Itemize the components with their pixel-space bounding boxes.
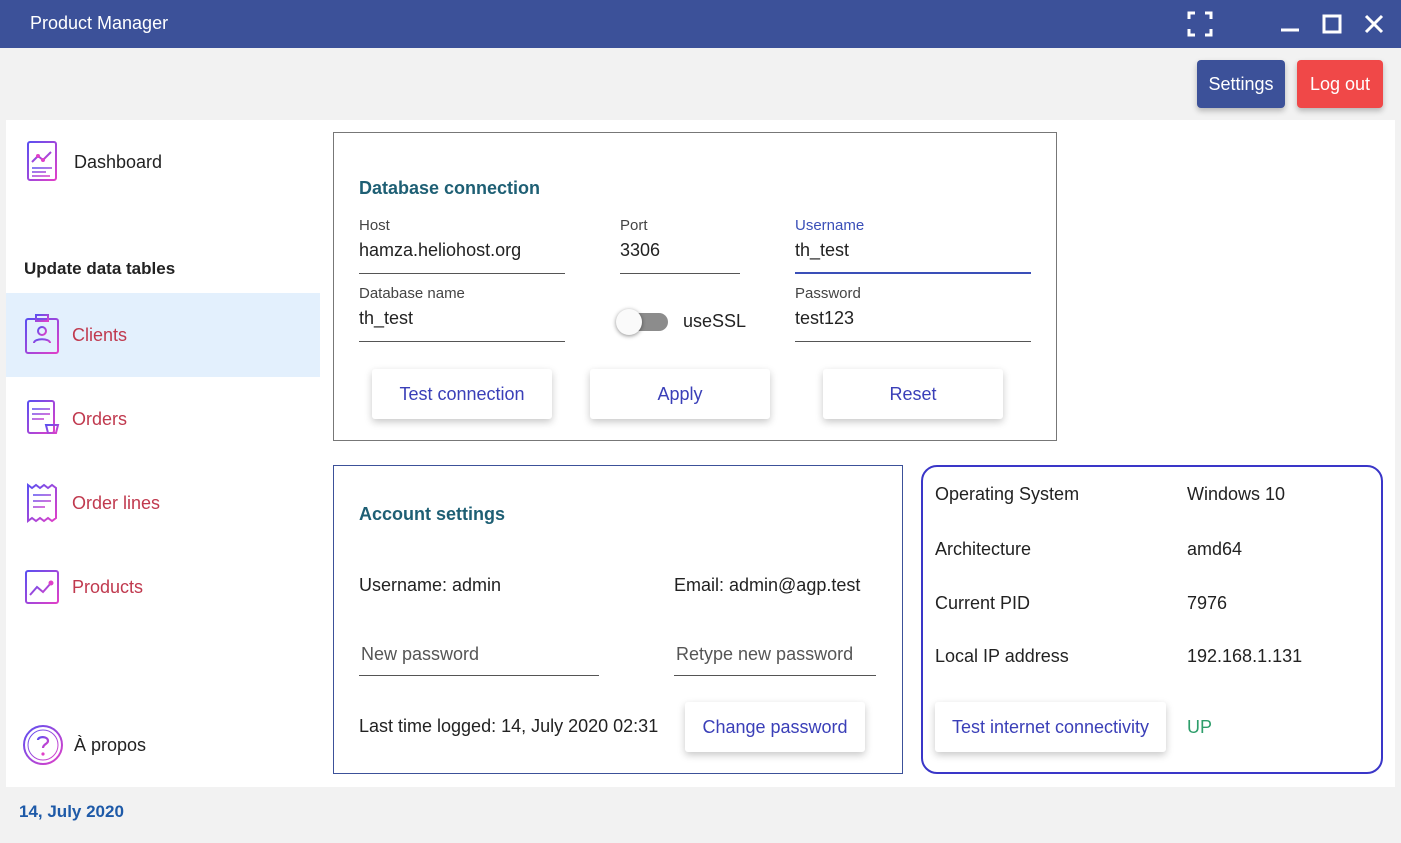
test-internet-button[interactable]: Test internet connectivity [935, 702, 1166, 752]
port-input[interactable]: 3306 [620, 240, 740, 274]
sidebar-item-label: Orders [72, 408, 128, 429]
window-title: Product Manager [30, 13, 169, 33]
database-name-label: Database name [359, 285, 465, 302]
sidebar-item-dashboard[interactable]: Dashboard [6, 120, 320, 204]
dashboard-icon [27, 141, 57, 181]
close-icon[interactable] [1360, 10, 1388, 38]
use-ssl-label: useSSL [683, 311, 747, 331]
settings-button[interactable]: Settings [1197, 60, 1285, 108]
account-email: Email: admin@agp.test [674, 575, 861, 595]
sidebar-item-label: Clients [72, 324, 128, 345]
pid-label: Current PID [935, 593, 1031, 613]
sidebar-item-clients[interactable]: Clients [6, 293, 320, 377]
new-password-input[interactable]: New password [359, 644, 599, 676]
ip-label: Local IP address [935, 646, 1069, 666]
database-name-field[interactable]: Database name th_test [359, 285, 565, 342]
use-ssl-toggle[interactable] [612, 307, 672, 335]
host-field[interactable]: Host hamza.heliohost.org [359, 217, 565, 274]
database-connection-title: Database connection [359, 178, 541, 198]
architecture-label: Architecture [935, 539, 1032, 559]
minimize-icon[interactable] [1276, 10, 1304, 38]
port-field[interactable]: Port 3306 [620, 217, 740, 274]
retype-password-input[interactable]: Retype new password [674, 644, 876, 676]
products-icon [25, 570, 59, 604]
sidebar-item-label: Products [72, 576, 144, 597]
sidebar-section-title: Update data tables [24, 259, 176, 278]
os-label: Operating System [935, 484, 1080, 504]
toggle-knob [616, 309, 642, 335]
account-settings-title: Account settings [359, 504, 506, 524]
ip-value: 192.168.1.131 [1187, 646, 1303, 666]
sidebar-item-products[interactable]: Products [6, 545, 320, 629]
orders-icon [24, 400, 60, 434]
account-username: Username: admin [359, 575, 502, 595]
fullscreen-icon[interactable] [1186, 10, 1214, 38]
sidebar-item-order-lines[interactable]: Order lines [6, 461, 320, 545]
sidebar-item-label: Order lines [72, 492, 161, 513]
change-password-button[interactable]: Change password [685, 702, 865, 752]
pid-value: 7976 [1187, 593, 1228, 613]
help-icon [23, 725, 63, 765]
last-logged-text: Last time logged: 14, July 2020 02:31 [359, 716, 659, 736]
sidebar-item-orders[interactable]: Orders [6, 377, 320, 461]
os-value: Windows 10 [1187, 484, 1286, 504]
connectivity-status: UP [1187, 717, 1213, 737]
password-input[interactable]: test123 [795, 308, 1031, 342]
title-bar: Product Manager [0, 0, 1401, 48]
apply-button[interactable]: Apply [590, 369, 770, 419]
port-label: Port [620, 217, 648, 234]
password-field[interactable]: Password test123 [795, 285, 1031, 342]
sidebar-item-label: Dashboard [74, 151, 163, 172]
footer-date: 14, July 2020 [19, 802, 124, 821]
host-input[interactable]: hamza.heliohost.org [359, 240, 565, 274]
architecture-value: amd64 [1187, 539, 1243, 559]
host-label: Host [359, 217, 390, 234]
about-link[interactable]: À propos [22, 724, 146, 766]
username-label: Username [795, 217, 865, 234]
username-input[interactable]: th_test [795, 240, 1031, 274]
order-lines-icon [27, 483, 57, 523]
database-name-input[interactable]: th_test [359, 308, 565, 342]
reset-button[interactable]: Reset [823, 369, 1003, 419]
username-field[interactable]: Username th_test [795, 217, 1031, 274]
clients-icon [25, 314, 59, 354]
password-label: Password [795, 285, 861, 302]
about-label: À propos [74, 734, 147, 755]
logout-button[interactable]: Log out [1297, 60, 1383, 108]
maximize-icon[interactable] [1318, 10, 1346, 38]
test-connection-button[interactable]: Test connection [372, 369, 552, 419]
